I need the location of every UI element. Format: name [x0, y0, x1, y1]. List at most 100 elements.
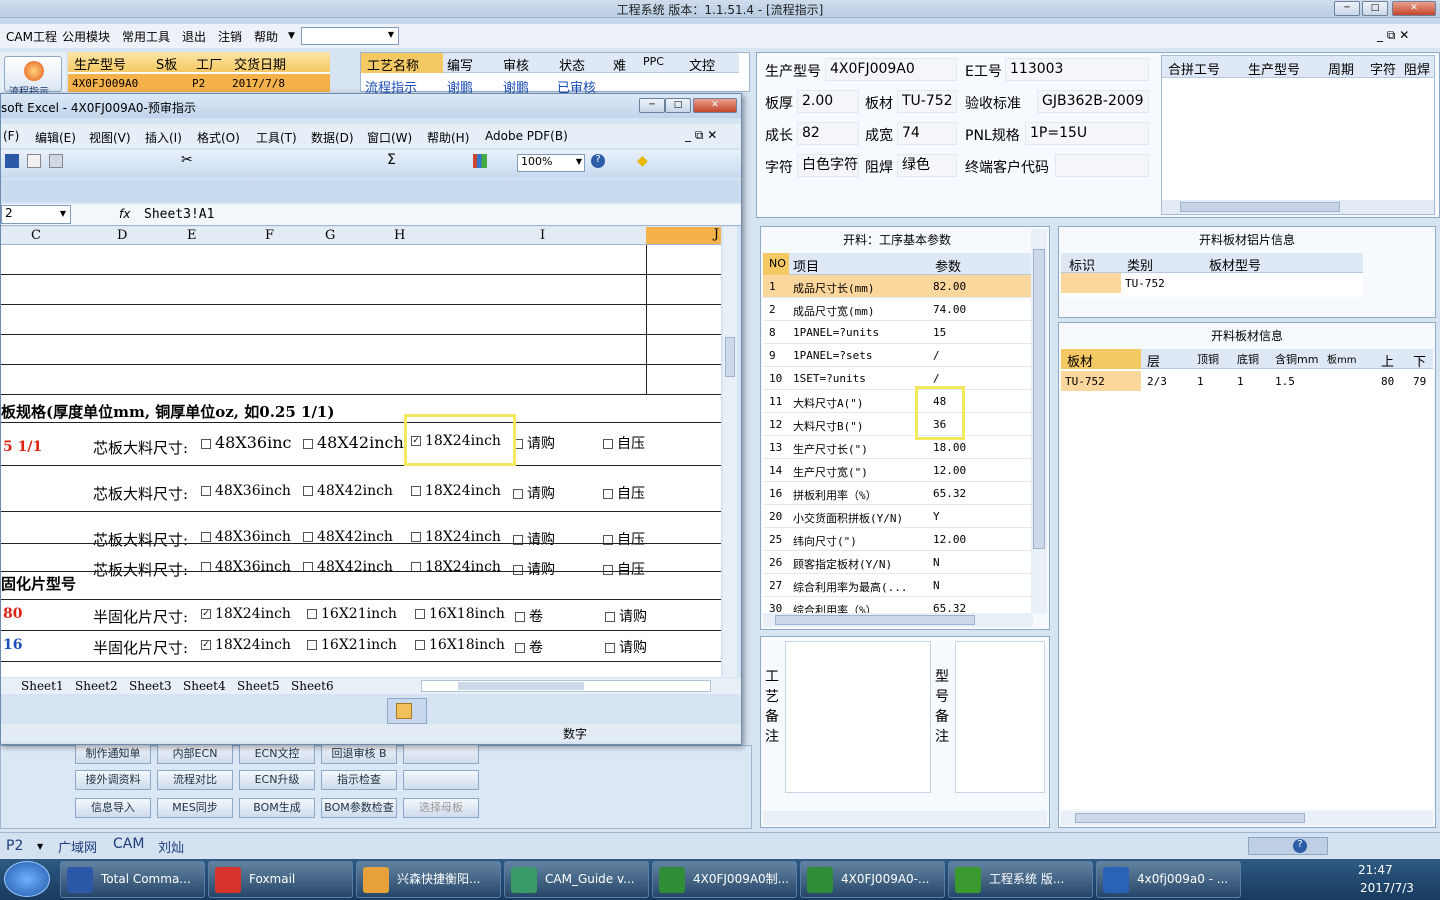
param-row[interactable]: 9 1PANEL=?sets /: [763, 344, 1033, 367]
pp-option[interactable]: 卷: [515, 637, 543, 657]
thick-field[interactable]: 2.00: [797, 90, 859, 113]
help-icon[interactable]: ?: [1293, 839, 1307, 853]
col-header-i[interactable]: I: [540, 228, 545, 243]
params-hscroll[interactable]: [763, 613, 1033, 627]
checkbox[interactable]: [513, 489, 523, 499]
col-header-d[interactable]: D: [117, 228, 127, 243]
col-board[interactable]: 板材: [1061, 349, 1141, 370]
param-row[interactable]: 30 综合利用率（%） 65.32: [763, 597, 1033, 613]
param-row[interactable]: 20 小交货面积拼板(Y/N) Y: [763, 505, 1033, 528]
col-merge-model[interactable]: 生产型号: [1248, 59, 1300, 78]
col-up[interactable]: 上: [1381, 351, 1394, 370]
notes-hscroll[interactable]: [763, 811, 1047, 825]
core-option[interactable]: 48X36inc: [201, 433, 292, 452]
board-hscroll[interactable]: [1061, 811, 1433, 825]
mask-field[interactable]: 绿色: [897, 154, 957, 177]
craft-notes-input[interactable]: [785, 641, 931, 793]
action-button[interactable]: 信息导入: [75, 798, 151, 818]
sum-icon[interactable]: Σ: [387, 152, 396, 168]
menu-help[interactable]: 帮助: [254, 28, 278, 45]
checkbox[interactable]: [513, 565, 523, 575]
new-icon[interactable]: [27, 154, 41, 168]
pp-option[interactable]: 16X21inch: [307, 606, 397, 622]
pp-option[interactable]: 16X18inch: [415, 606, 505, 622]
language-bar[interactable]: ?: [1248, 837, 1328, 855]
checkbox[interactable]: [411, 532, 421, 542]
mat-field[interactable]: TU-752: [897, 90, 957, 113]
taskbar-item[interactable]: 兴森快捷衡阳...: [356, 861, 501, 898]
excel-menu-view[interactable]: 视图(V): [89, 129, 131, 146]
checkbox[interactable]: [303, 486, 313, 496]
formula-input[interactable]: Sheet3!A1: [144, 207, 214, 222]
menu-combo[interactable]: ▼: [301, 27, 399, 45]
col-type[interactable]: 类别: [1127, 255, 1153, 274]
core-option[interactable]: 自压: [603, 559, 645, 579]
save-icon[interactable]: [5, 154, 19, 168]
tab-sheet2[interactable]: Sheet2: [75, 679, 118, 693]
col-down[interactable]: 下: [1413, 351, 1426, 370]
start-button[interactable]: [4, 861, 50, 897]
sheet-hscroll[interactable]: [421, 680, 711, 692]
action-button[interactable]: BOM参数检查: [321, 798, 397, 818]
core-option[interactable]: 自压: [603, 529, 645, 549]
checkbox[interactable]: [303, 438, 313, 449]
core-option[interactable]: 请购: [513, 529, 555, 549]
checkbox[interactable]: ✓: [201, 640, 211, 650]
drawing-tool-button[interactable]: [387, 698, 427, 724]
action-button[interactable]: [403, 770, 479, 790]
maximize-button[interactable]: □: [1362, 1, 1388, 16]
param-row[interactable]: 12 大料尺寸B(") 36: [763, 413, 1033, 436]
col-factory[interactable]: 工厂: [196, 54, 222, 73]
action-button[interactable]: 接外调资料: [75, 770, 151, 790]
action-button[interactable]: 选择母板: [403, 798, 479, 818]
checkbox[interactable]: [307, 609, 317, 619]
taskbar-item[interactable]: 4X0FJ009A0制...: [652, 861, 797, 898]
checkbox[interactable]: [603, 565, 613, 575]
col-ppc[interactable]: PPC: [643, 55, 664, 68]
action-button[interactable]: 指示检查: [321, 770, 397, 790]
cut-icon[interactable]: ✂: [181, 152, 193, 168]
chevron-down-icon[interactable]: ▼: [37, 842, 43, 851]
col-header-c[interactable]: C: [31, 228, 41, 243]
tab-sheet3[interactable]: Sheet3: [129, 679, 172, 693]
checkbox[interactable]: [515, 643, 525, 653]
col-bot-cu[interactable]: 底铜: [1237, 351, 1259, 367]
board-row[interactable]: TU-752 2/3 1 1 1.5 80 79: [1061, 371, 1433, 391]
checkbox[interactable]: [201, 486, 211, 496]
checkbox[interactable]: ✓: [201, 609, 211, 619]
checkbox[interactable]: [605, 612, 615, 622]
clock-date[interactable]: 2017/7/3: [1360, 881, 1414, 895]
col-merge-no[interactable]: 合拼工号: [1168, 59, 1220, 78]
taskbar-item[interactable]: 4x0fj009a0 - ...: [1096, 861, 1241, 898]
checkbox[interactable]: [303, 532, 313, 542]
wid-field[interactable]: 74: [897, 122, 957, 145]
core-option[interactable]: 48X42inch: [303, 433, 404, 452]
checkbox[interactable]: [307, 640, 317, 650]
taskbar-item[interactable]: CAM_Guide v...: [504, 861, 649, 898]
col-merge-mask[interactable]: 阻焊: [1404, 59, 1430, 78]
restore-mdi-button[interactable]: _ ⧉ ✕: [1377, 28, 1409, 43]
menu-cam[interactable]: CAM工程: [6, 28, 57, 45]
col-merge-cycle[interactable]: 周期: [1328, 59, 1354, 78]
action-button[interactable]: 回退审核 B: [321, 744, 397, 764]
help-icon[interactable]: ?: [591, 154, 605, 168]
taskbar-item[interactable]: 工程系统 版...: [948, 861, 1093, 898]
tab-sheet6[interactable]: Sheet6: [291, 679, 334, 693]
action-button[interactable]: ECN文控: [239, 744, 315, 764]
params-vscroll[interactable]: [1031, 229, 1047, 613]
action-button[interactable]: ECN升级: [239, 770, 315, 790]
col-board-model[interactable]: 板材型号: [1209, 255, 1261, 274]
char-field[interactable]: 白色字符: [797, 154, 859, 177]
excel-mdi-controls[interactable]: _ ⧉ ✕: [685, 128, 717, 143]
checkbox[interactable]: [201, 438, 211, 449]
action-button[interactable]: 内部ECN: [157, 744, 233, 764]
col-no[interactable]: NO: [763, 253, 789, 275]
sheet-vscroll[interactable]: [723, 227, 737, 677]
col-writer[interactable]: 编写: [447, 55, 473, 74]
core-option[interactable]: 48X42inch: [303, 559, 393, 575]
excel-menu-format[interactable]: 格式(O): [197, 129, 240, 146]
chevron-down-icon[interactable]: ▼: [288, 31, 295, 41]
param-row[interactable]: 27 综合利用率为最高(... N: [763, 574, 1033, 597]
col-mark[interactable]: 标识: [1069, 255, 1095, 274]
pp-option[interactable]: 请购: [605, 606, 647, 626]
